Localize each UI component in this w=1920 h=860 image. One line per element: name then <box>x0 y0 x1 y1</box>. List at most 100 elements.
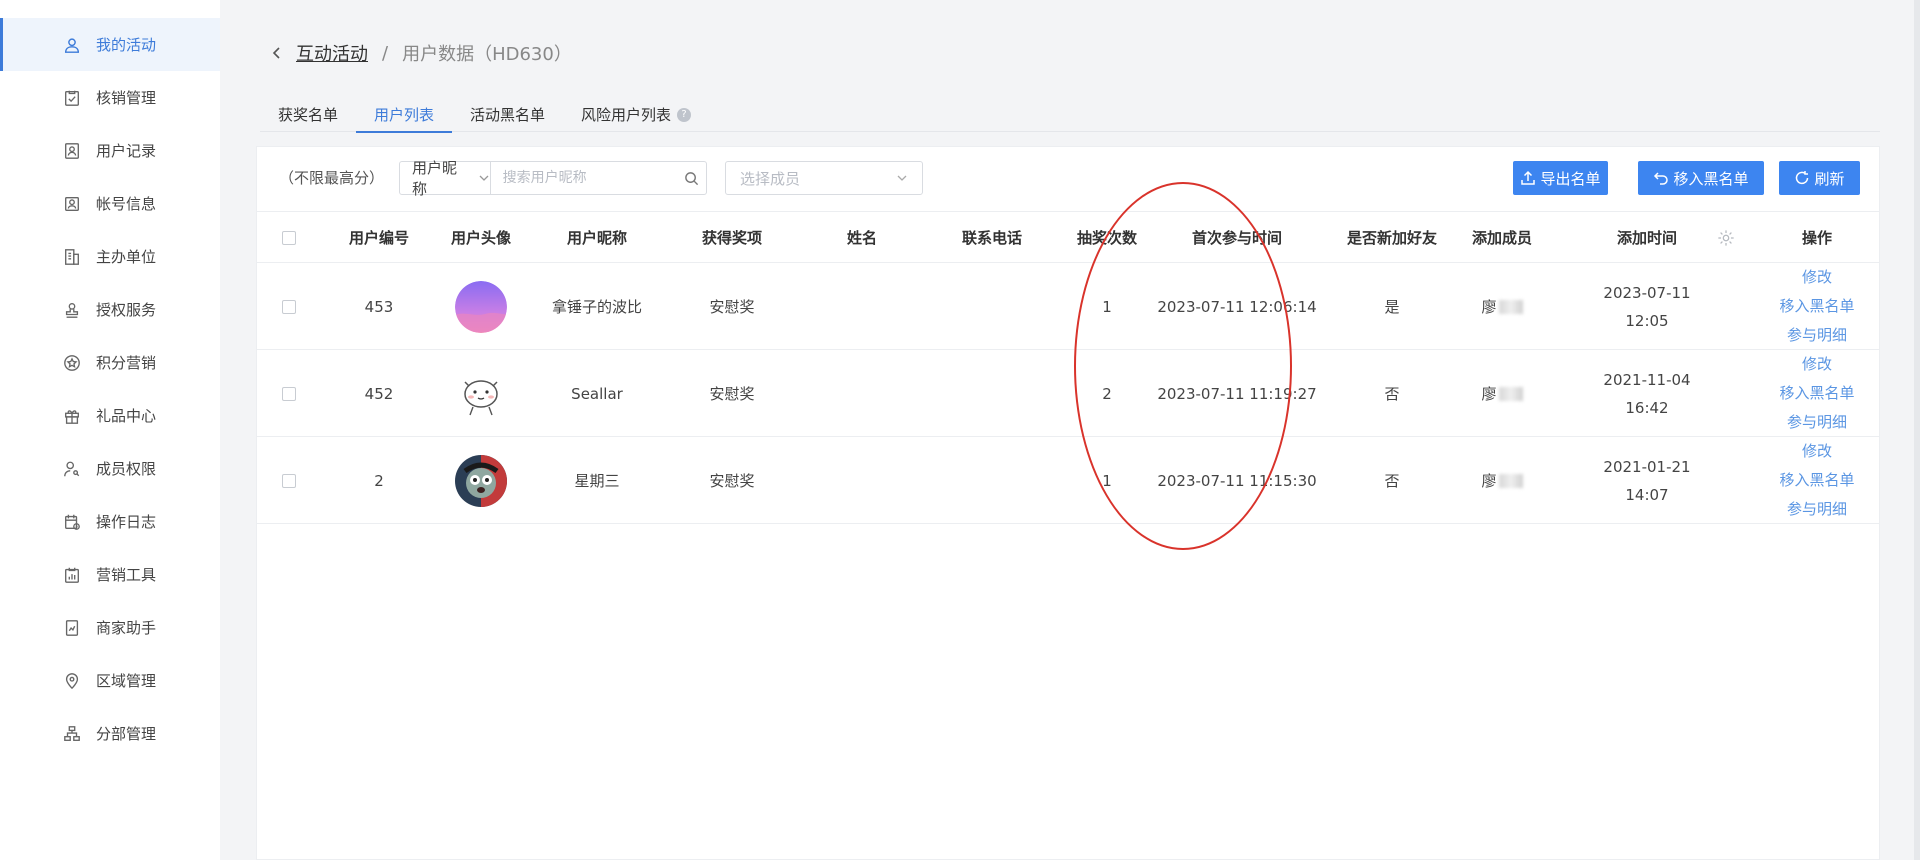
participation-detail-link[interactable]: 参与明细 <box>1787 495 1847 524</box>
redacted-blur <box>1498 299 1523 314</box>
avatar-cell <box>431 263 531 350</box>
participation-detail-link[interactable]: 参与明细 <box>1787 321 1847 350</box>
operations-cell: 修改 移入黑名单 参与明细 <box>1757 350 1877 437</box>
user-list-panel: （不限最高分） 用户昵称 选择成员 <box>256 146 1880 860</box>
first-join-time-cell: 2023-07-11 11:15:30 <box>1157 471 1317 490</box>
table-header: 用户编号 用户头像 用户昵称 获得奖项 姓名 联系电话 抽奖次数 首次参与时间 … <box>257 211 1879 263</box>
redacted-blur <box>1498 386 1523 401</box>
member-name: 廖 <box>1481 385 1497 403</box>
chevron-left-icon[interactable] <box>268 44 286 62</box>
sidebar-item-region[interactable]: 区域管理 <box>0 654 220 707</box>
column-header[interactable]: 联系电话 <box>927 212 1057 264</box>
sidebar: 我的活动 核销管理 用户记录 帐号信息 主办单位 授权服务 积分营销 礼品中心 … <box>0 0 220 860</box>
sidebar-item-account[interactable]: 帐号信息 <box>0 177 220 230</box>
sidebar-item-label: 用户记录 <box>96 142 157 160</box>
chevron-down-icon <box>478 172 490 184</box>
search-group: 用户昵称 <box>399 159 707 198</box>
search-input[interactable] <box>490 162 677 194</box>
page-title: 用户数据（HD630） <box>402 44 572 65</box>
nickname-cell: 星期三 <box>574 472 620 490</box>
blacklist-link[interactable]: 移入黑名单 <box>1779 292 1854 321</box>
name-cell <box>797 437 927 524</box>
nickname-cell: 拿锤子的波比 <box>551 298 642 316</box>
sidebar-item-label: 操作日志 <box>96 513 157 531</box>
column-header[interactable]: 首次参与时间 <box>1137 212 1337 264</box>
sidebar-item-operation-log[interactable]: 操作日志 <box>0 495 220 548</box>
sidebar-item-member-permissions[interactable]: 成员权限 <box>0 442 220 495</box>
search-icon[interactable] <box>677 162 706 194</box>
row-checkbox[interactable] <box>282 386 296 401</box>
user-id-cell: 453 <box>364 297 394 316</box>
export-list-button[interactable]: 导出名单 <box>1513 161 1608 195</box>
row-checkbox[interactable] <box>282 299 296 314</box>
sidebar-item-user-records[interactable]: 用户记录 <box>0 124 220 177</box>
breadcrumb-parent-link[interactable]: 互动活动 <box>296 40 368 66</box>
sidebar-item-organizer[interactable]: 主办单位 <box>0 230 220 283</box>
row-select-cell <box>269 350 309 437</box>
blacklist-link[interactable]: 移入黑名单 <box>1779 466 1854 495</box>
sidebar-item-my-activity[interactable]: 我的活动 <box>0 18 220 71</box>
column-settings-cell <box>1711 212 1741 264</box>
column-header: 操作 <box>1801 229 1832 247</box>
search-field-select[interactable]: 用户昵称 <box>400 159 491 198</box>
tab-bar: 获奖名单 用户列表 活动黑名单 风险用户列表 ? <box>260 98 1880 133</box>
nickname-cell: Seallar <box>571 384 623 403</box>
add-time: 2023-07-11 12:05 <box>1603 283 1691 330</box>
edit-link[interactable]: 修改 <box>1802 437 1832 466</box>
edit-link[interactable]: 修改 <box>1802 263 1832 292</box>
row-checkbox[interactable] <box>282 473 296 488</box>
select-all-checkbox[interactable] <box>282 231 296 245</box>
column-header[interactable]: 用户头像 <box>431 212 531 264</box>
refresh-label: 刷新 <box>1814 169 1845 188</box>
export-label: 导出名单 <box>1540 169 1601 188</box>
column-header[interactable]: 用户编号 <box>329 212 429 264</box>
sidebar-item-marketing-tools[interactable]: 营销工具 <box>0 548 220 601</box>
column-header[interactable]: 添加时间 <box>1557 212 1737 264</box>
member-select[interactable]: 选择成员 <box>725 161 923 195</box>
help-icon[interactable]: ? <box>677 108 692 122</box>
user-icon <box>62 35 82 55</box>
clipboard-check-icon <box>62 88 82 108</box>
sidebar-item-label: 核销管理 <box>96 89 157 107</box>
edit-link[interactable]: 修改 <box>1802 350 1832 379</box>
tab-risk-users[interactable]: 风险用户列表 ? <box>563 98 709 132</box>
sidebar-item-verification[interactable]: 核销管理 <box>0 71 220 124</box>
tab-label: 风险用户列表 <box>581 106 672 124</box>
location-icon <box>62 671 82 691</box>
add-time: 2021-11-04 16:42 <box>1603 370 1691 417</box>
refresh-button[interactable]: 刷新 <box>1779 161 1860 195</box>
window-edge <box>1914 0 1920 860</box>
sidebar-item-branch[interactable]: 分部管理 <box>0 707 220 760</box>
sidebar-item-auth-service[interactable]: 授权服务 <box>0 283 220 336</box>
blacklist-label: 移入黑名单 <box>1673 169 1749 188</box>
name-cell <box>797 263 927 350</box>
column-header[interactable]: 姓名 <box>797 212 927 264</box>
gear-icon[interactable] <box>1717 229 1735 247</box>
building-icon <box>62 247 82 267</box>
add-time-cell: 2021-01-21 14:07 <box>1577 437 1717 524</box>
sidebar-item-points[interactable]: 积分营销 <box>0 336 220 389</box>
column-header[interactable]: 添加成员 <box>1437 212 1567 264</box>
operations-cell: 修改 移入黑名单 参与明细 <box>1757 437 1877 524</box>
redacted-blur <box>1498 473 1523 488</box>
tab-blacklist[interactable]: 活动黑名单 <box>452 98 563 132</box>
add-time: 2021-01-21 14:07 <box>1603 457 1691 504</box>
score-limit-label: （不限最高分） <box>279 169 385 187</box>
gift-icon <box>62 406 82 426</box>
column-header[interactable]: 用户昵称 <box>527 212 667 264</box>
row-select-cell <box>269 437 309 524</box>
upload-icon <box>1521 170 1536 185</box>
avatar-cell <box>431 437 531 524</box>
column-header[interactable]: 获得奖项 <box>667 212 797 264</box>
phone-cell <box>927 350 1057 437</box>
blacklist-link[interactable]: 移入黑名单 <box>1779 379 1854 408</box>
phone-cell <box>927 263 1057 350</box>
sidebar-item-gifts[interactable]: 礼品中心 <box>0 389 220 442</box>
tab-user-list[interactable]: 用户列表 <box>356 98 453 133</box>
chevron-down-icon <box>896 172 908 184</box>
tab-winners[interactable]: 获奖名单 <box>260 98 356 132</box>
breadcrumb: 互动活动 / 用户数据（HD630） <box>268 40 572 66</box>
sidebar-item-merchant-assistant[interactable]: 商家助手 <box>0 601 220 654</box>
participation-detail-link[interactable]: 参与明细 <box>1787 408 1847 437</box>
move-to-blacklist-button[interactable]: 移入黑名单 <box>1638 161 1764 195</box>
